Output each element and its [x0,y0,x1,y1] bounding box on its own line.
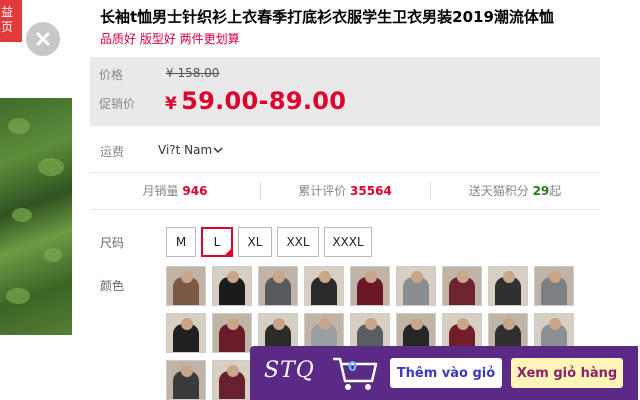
size-label: 尺码 [100,236,125,250]
swatch-model-head [365,318,377,330]
leaf-shape [38,158,64,176]
swatch-model-head [319,271,331,283]
shipping-destination-select[interactable]: Vi?t Nam [158,143,223,157]
promo-tag: 益 页 [0,0,22,42]
review-count-label: 累计评价 [298,184,347,198]
color-swatch[interactable] [212,313,252,353]
stq-logo: STQ [264,358,315,383]
size-option-xl[interactable]: XL [238,227,272,257]
swatch-model-head [181,365,193,377]
promo-price-value: 59.00-89.00 [181,87,347,115]
price-label: 价格 [99,68,124,82]
swatch-model-head [503,318,515,330]
color-swatch[interactable] [534,266,574,306]
close-button[interactable] [26,22,60,56]
swatch-model-head [411,271,423,283]
price-box: 价格 ¥ 158.00 促销价 ¥59.00-89.00 [90,57,600,126]
promo-tag-text: 益 页 [1,5,14,34]
size-option-xxxl[interactable]: XXXL [324,227,372,257]
swatch-model-head [319,318,331,330]
swatch-model-head [411,318,423,330]
leaf-shape [12,208,32,222]
swatch-model-head [549,318,561,330]
tmall-points-suffix: 起 [549,184,562,198]
product-title: 长袖t恤男士针织衫上衣春季打底衫衣服学生卫衣男装2019潮流体恤 [100,8,554,26]
size-option-label: XXXL [332,235,364,249]
monthly-sales: 月销量 946 [90,173,260,209]
swatch-model-head [457,318,469,330]
sales-stats: 月销量 946 累计评价 35564 送天猫积分 29起 [90,172,600,210]
size-option-m[interactable]: M [166,227,196,257]
swatch-model-head [503,271,515,283]
swatch-model-head [273,271,285,283]
tmall-points: 送天猫积分 29起 [430,173,600,209]
swatch-model-head [549,271,561,283]
color-swatch[interactable] [350,266,390,306]
swatch-model-head [227,318,239,330]
size-option-label: XXL [286,235,310,249]
size-option-label: M [175,235,187,249]
color-swatch[interactable] [488,266,528,306]
color-swatch[interactable] [258,266,298,306]
color-swatch[interactable] [166,266,206,306]
leaf-shape [8,118,30,134]
size-option-label: XL [247,235,263,249]
leaf-shape [44,248,62,262]
swatch-model-head [181,271,193,283]
swatch-model-head [181,318,193,330]
swatch-model-head [227,271,239,283]
chevron-down-icon [213,147,223,154]
size-option-xxl[interactable]: XXL [277,227,319,257]
product-subtitle: 品质好 版型好 两件更划算 [100,32,240,46]
color-swatch[interactable] [212,360,252,400]
shipping-label: 运费 [100,145,125,159]
monthly-sales-label: 月销量 [142,184,179,198]
color-swatch[interactable] [166,360,206,400]
promo-price: ¥59.00-89.00 [165,87,346,115]
currency-symbol: ¥ [165,94,178,114]
swatch-model-head [457,271,469,283]
view-cart-button[interactable]: Xem giỏ hàng [511,358,623,388]
size-options: M L XL XXL XXXL [166,227,372,257]
promo-price-label: 促销价 [99,97,136,111]
original-price: ¥ 158.00 [166,66,220,80]
tmall-points-label: 送天猫积分 [468,184,529,198]
review-count[interactable]: 累计评价 35564 [260,173,430,209]
size-option-l[interactable]: L [201,227,233,257]
color-swatch[interactable] [396,266,436,306]
color-swatch[interactable] [166,313,206,353]
swatch-model-head [227,365,239,377]
product-image [0,98,72,335]
color-label: 颜色 [100,279,125,293]
color-swatch[interactable] [442,266,482,306]
color-swatch[interactable] [304,266,344,306]
close-icon [36,32,50,46]
swatch-model-head [365,271,377,283]
cart-count: 0 [348,360,358,375]
tmall-points-value: 29 [532,184,550,198]
leaf-shape [6,288,30,304]
review-count-value: 35564 [350,184,392,198]
color-swatch[interactable] [212,266,252,306]
stq-cart-bar: STQ 0 Thêm vào giỏ Xem giỏ hàng [250,346,638,400]
add-to-cart-button[interactable]: Thêm vào giỏ [390,358,502,388]
shipping-destination: Vi?t Nam [158,143,213,157]
swatch-model-head [273,318,285,330]
monthly-sales-value: 946 [182,184,208,198]
size-option-label: L [213,235,221,249]
